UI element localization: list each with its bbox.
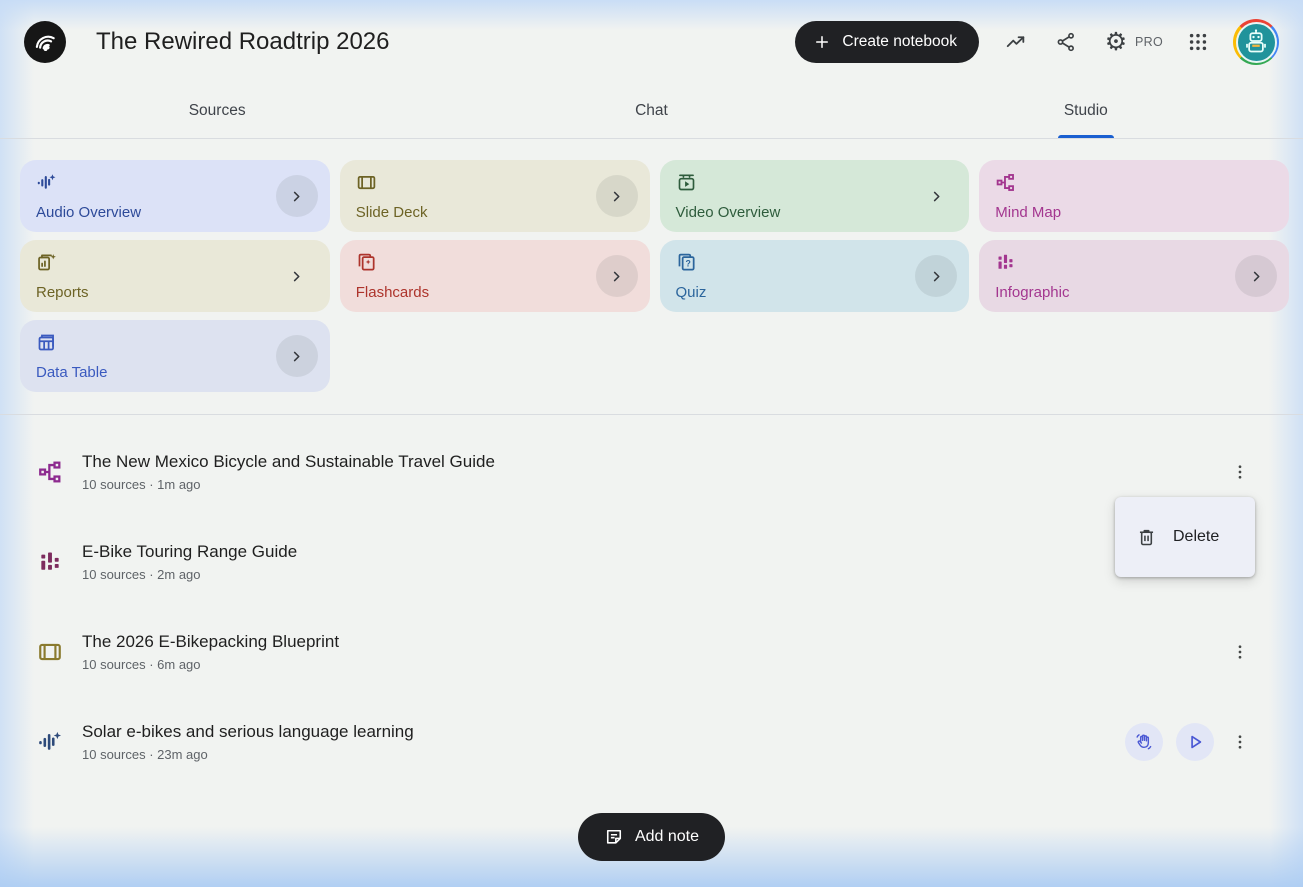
pro-badge: PRO (1135, 35, 1163, 49)
header-actions: Create notebook ⚙ PRO (795, 18, 1279, 66)
mind-map-icon (995, 172, 1273, 193)
studio-item-row[interactable]: The New Mexico Bicycle and Sustainable T… (24, 427, 1279, 517)
studio-item-meta: 10 sources · 6m ago (82, 657, 339, 672)
studio-tool-reports[interactable]: Reports (20, 240, 330, 312)
context-menu[interactable]: Delete (1115, 497, 1255, 577)
interactive-mode-button[interactable] (1125, 723, 1163, 761)
studio-tools-grid: Audio Overview Slide Deck Video Overview Mi… (0, 139, 1303, 414)
studio-item-row[interactable]: Solar e-bikes and serious language learn… (24, 697, 1279, 787)
analytics-icon[interactable] (991, 18, 1041, 66)
tab-label: Sources (189, 102, 246, 120)
studio-item-meta: 10 sources · 2m ago (82, 567, 297, 582)
more-options-icon[interactable] (1227, 450, 1253, 494)
footer: Add note (0, 813, 1303, 861)
svg-text:?: ? (685, 258, 690, 268)
audio-waveform-icon (37, 729, 65, 755)
chevron-right-icon[interactable] (915, 175, 957, 217)
video-overview-icon (676, 172, 954, 193)
robot-avatar-image (1236, 22, 1277, 63)
studio-item-title[interactable]: E-Bike Touring Range Guide (82, 542, 297, 562)
studio-tool-flashcards[interactable]: Flashcards (340, 240, 650, 312)
play-button[interactable] (1176, 723, 1214, 761)
tab-label: Studio (1064, 102, 1108, 120)
studio-tool-audio-overview[interactable]: Audio Overview (20, 160, 330, 232)
studio-tool-label: Audio Overview (36, 204, 141, 221)
audio-waveform-icon (36, 172, 314, 193)
add-note-button[interactable]: Add note (578, 813, 725, 861)
chevron-right-icon[interactable] (596, 175, 638, 217)
notebook-title[interactable]: The Rewired Roadtrip 2026 (96, 28, 390, 56)
chevron-right-icon[interactable] (1235, 255, 1277, 297)
create-notebook-label: Create notebook (842, 33, 957, 51)
studio-tool-infographic[interactable]: Infographic (979, 240, 1289, 312)
studio-tool-data-table[interactable]: Data Table (20, 320, 330, 392)
studio-item-row[interactable]: E-Bike Touring Range Guide 10 sources · 2… (24, 517, 1279, 607)
tab-studio[interactable]: Studio (869, 84, 1303, 138)
delete-menu-item[interactable]: Delete (1173, 528, 1219, 546)
studio-item-title[interactable]: The 2026 E-Bikepacking Blueprint (82, 632, 339, 652)
studio-tool-quiz[interactable]: ? Quiz (660, 240, 970, 312)
flashcards-icon (356, 252, 634, 273)
slide-deck-icon (37, 639, 65, 665)
note-icon (604, 827, 624, 847)
tab-bar: Sources Chat Studio (0, 84, 1303, 139)
trash-icon (1136, 527, 1157, 548)
studio-item-title[interactable]: The New Mexico Bicycle and Sustainable T… (82, 452, 495, 472)
share-icon[interactable] (1041, 18, 1091, 66)
studio-tool-label: Infographic (995, 284, 1069, 301)
tab-label: Chat (635, 102, 668, 120)
add-note-label: Add note (635, 828, 699, 846)
settings-gear-icon[interactable]: ⚙ (1091, 18, 1141, 66)
plus-icon (813, 33, 831, 51)
studio-item-row[interactable]: The 2026 E-Bikepacking Blueprint 10 sourc… (24, 607, 1279, 697)
studio-item-meta: 10 sources · 23m ago (82, 747, 414, 762)
more-options-icon[interactable] (1227, 720, 1253, 764)
studio-item-title[interactable]: Solar e-bikes and serious language learn… (82, 722, 414, 742)
notebooklm-logo-icon[interactable] (24, 21, 66, 63)
infographic-icon (37, 549, 65, 575)
create-notebook-button[interactable]: Create notebook (795, 21, 979, 63)
slide-deck-icon (356, 172, 634, 193)
mind-map-icon (37, 459, 65, 485)
studio-tool-label: Slide Deck (356, 204, 428, 221)
studio-tool-label: Data Table (36, 364, 107, 381)
tab-chat[interactable]: Chat (434, 84, 868, 138)
studio-item-meta: 10 sources · 1m ago (82, 477, 495, 492)
studio-tool-video-overview[interactable]: Video Overview (660, 160, 970, 232)
header: The Rewired Roadtrip 2026 Create noteboo… (0, 0, 1303, 84)
studio-tool-slide-deck[interactable]: Slide Deck (340, 160, 650, 232)
reports-icon (36, 252, 314, 273)
user-avatar[interactable] (1233, 19, 1279, 65)
more-options-icon[interactable] (1227, 630, 1253, 674)
studio-tool-label: Flashcards (356, 284, 429, 301)
chevron-right-icon[interactable] (915, 255, 957, 297)
studio-tool-label: Quiz (676, 284, 707, 301)
chevron-right-icon[interactable] (276, 175, 318, 217)
tab-sources[interactable]: Sources (0, 84, 434, 138)
quiz-icon: ? (676, 252, 954, 273)
apps-grid-icon[interactable] (1173, 18, 1223, 66)
data-table-icon (36, 332, 314, 353)
studio-tool-mind-map[interactable]: Mind Map (979, 160, 1289, 232)
studio-tool-label: Reports (36, 284, 89, 301)
infographic-icon (995, 252, 1273, 273)
studio-tool-label: Mind Map (995, 204, 1061, 221)
chevron-right-icon[interactable] (596, 255, 638, 297)
studio-tool-label: Video Overview (676, 204, 781, 221)
chevron-right-icon[interactable] (276, 335, 318, 377)
studio-output-list: The New Mexico Bicycle and Sustainable T… (0, 415, 1303, 787)
notebooklm-app: The Rewired Roadtrip 2026 Create noteboo… (0, 0, 1303, 887)
chevron-right-icon[interactable] (276, 255, 318, 297)
